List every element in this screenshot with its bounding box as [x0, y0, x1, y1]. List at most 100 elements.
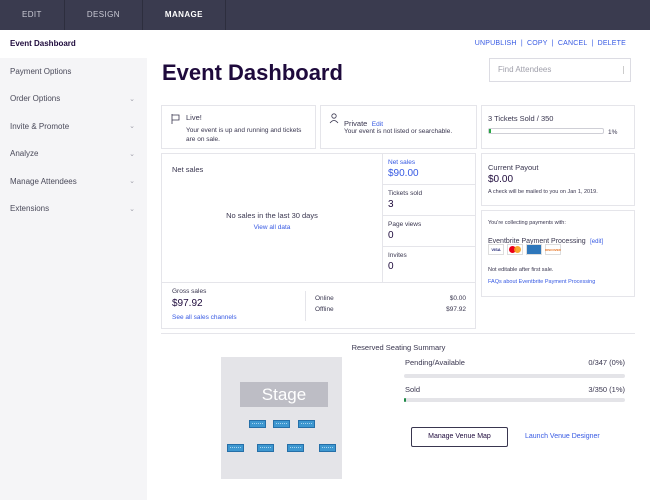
sidebar-item-label: Payment Options — [10, 66, 72, 76]
sidebar: Event Dashboard Payment Options Order Op… — [0, 30, 147, 500]
private-edit-link[interactable]: Edit — [372, 121, 383, 128]
online-value: $0.00 — [449, 295, 466, 302]
empty-state: No sales in the last 30 days View all da… — [162, 211, 382, 231]
stat-tickets-sold-value: 3 — [388, 199, 394, 210]
seat-block — [273, 420, 290, 428]
sold-value: 3/350 (1%) — [588, 385, 625, 394]
sold-progress-fill — [404, 398, 407, 402]
visa-icon: VISA — [488, 244, 504, 255]
top-nav: EDIT DESIGN MANAGE — [0, 0, 650, 30]
sidebar-item-label: Order Options — [10, 94, 61, 104]
stat-page-views[interactable]: Page views 0 — [383, 216, 476, 247]
page-title: Event Dashboard — [162, 60, 343, 85]
unpublish-link[interactable]: UNPUBLISH — [475, 40, 517, 47]
privacy-status-card: Private Edit Your event is not listed or… — [320, 105, 477, 149]
live-status-card: Live! Your event is up and running and t… — [161, 105, 316, 149]
net-sales-chart-title: Net sales — [172, 165, 204, 174]
stat-net-sales: Net sales $90.00 — [383, 154, 476, 185]
pending-label: Pending/Available — [405, 358, 465, 367]
stats-column: Net sales $90.00 Tickets sold 3 Page vie… — [382, 154, 476, 284]
discover-icon: DISCOVER — [545, 244, 561, 255]
seat-block — [298, 420, 315, 428]
net-sales-chart-card: Net sales No sales in the last 30 days V… — [161, 153, 476, 284]
stage-label: Stage — [240, 382, 328, 407]
stat-invites[interactable]: Invites 0 — [383, 247, 476, 278]
cancel-link[interactable]: CANCEL — [558, 40, 587, 47]
stat-tickets-sold[interactable]: Tickets sold 3 — [383, 185, 476, 216]
separator: | — [591, 40, 594, 47]
sidebar-item-extensions[interactable]: Extensions ⌄ — [0, 195, 147, 223]
pending-progress-bar — [404, 374, 625, 378]
stat-invites-value: 0 — [388, 261, 394, 272]
tickets-sold-label: 3 Tickets Sold / 350 — [488, 114, 554, 123]
separator: | — [520, 40, 523, 47]
chevron-down-icon: ⌄ — [129, 150, 135, 158]
tickets-percent: 1% — [608, 129, 618, 136]
mastercard-icon — [507, 244, 523, 255]
private-description: Your event is not listed or searchable. — [344, 128, 453, 135]
not-editable-text: Not editable after first sale. — [488, 267, 554, 273]
seat-block — [257, 444, 274, 452]
live-title: Live! — [186, 113, 202, 122]
user-lock-icon — [329, 113, 339, 124]
offline-value: $97.92 — [446, 306, 466, 313]
collecting-text: You're collecting payments with: — [488, 220, 566, 226]
private-title: Private — [344, 119, 368, 128]
offline-label: Offline — [315, 306, 334, 313]
sidebar-item-manage-attendees[interactable]: Manage Attendees ⌄ — [0, 168, 147, 196]
manage-venue-map-button[interactable]: Manage Venue Map — [411, 427, 508, 447]
search-icon — [616, 66, 624, 74]
sidebar-item-label: Extensions — [10, 204, 50, 214]
view-all-data-link[interactable]: View all data — [162, 224, 382, 231]
tickets-progress-bar — [488, 128, 604, 134]
seat-block — [287, 444, 304, 452]
sidebar-item-analyze[interactable]: Analyze ⌄ — [0, 140, 147, 168]
sidebar-item-order-options[interactable]: Order Options ⌄ — [0, 85, 147, 113]
seat-block — [227, 444, 244, 452]
see-all-sales-channels-link[interactable]: See all sales channels — [172, 314, 237, 321]
launch-venue-designer-link[interactable]: Launch Venue Designer — [525, 427, 600, 447]
current-payout-card: Current Payout $0.00 A check will be mai… — [481, 153, 635, 206]
copy-link[interactable]: COPY — [527, 40, 548, 47]
stat-net-sales-value: $90.00 — [388, 168, 419, 179]
gross-sales-label: Gross sales — [172, 288, 207, 295]
stat-invites-label: Invites — [388, 252, 407, 259]
payout-amount: $0.00 — [488, 174, 514, 185]
find-attendees-input[interactable]: Find Attendees — [489, 58, 631, 82]
tab-manage[interactable]: MANAGE — [143, 0, 226, 30]
separator: | — [551, 40, 554, 47]
card-logos: VISA DISCOVER — [488, 244, 561, 255]
sidebar-item-label: Event Dashboard — [10, 39, 76, 49]
chevron-down-icon: ⌄ — [129, 95, 135, 103]
stat-net-sales-label: Net sales — [388, 159, 416, 166]
gross-sales-card: Gross sales $97.92 See all sales channel… — [161, 283, 476, 329]
event-actions: UNPUBLISH | COPY | CANCEL | DELETE — [475, 40, 626, 47]
sidebar-item-invite-promote[interactable]: Invite & Promote ⌄ — [0, 113, 147, 141]
main-content: UNPUBLISH | COPY | CANCEL | DELETE Event… — [147, 30, 650, 500]
seat-block — [249, 420, 266, 428]
tab-edit[interactable]: EDIT — [0, 0, 65, 30]
empty-state-text: No sales in the last 30 days — [226, 211, 318, 220]
payment-faq-link[interactable]: FAQs about Eventbrite Payment Processing — [488, 279, 595, 285]
venue-map[interactable]: Stage — [221, 357, 342, 479]
payout-title: Current Payout — [488, 163, 539, 172]
sidebar-item-label: Invite & Promote — [10, 121, 70, 131]
seat-block — [319, 444, 336, 452]
stat-page-views-value: 0 — [388, 230, 394, 241]
online-label: Online — [315, 295, 334, 302]
tab-design[interactable]: DESIGN — [65, 0, 143, 30]
sidebar-item-event-dashboard[interactable]: Event Dashboard — [0, 30, 147, 58]
pending-value: 0/347 (0%) — [588, 358, 625, 367]
sidebar-item-label: Manage Attendees — [10, 176, 77, 186]
processor-edit-link[interactable]: [edit] — [590, 239, 603, 245]
sidebar-item-label: Analyze — [10, 149, 39, 159]
sold-label: Sold — [405, 385, 421, 394]
chevron-down-icon: ⌄ — [129, 178, 135, 186]
sidebar-item-payment-options[interactable]: Payment Options — [0, 58, 147, 86]
delete-link[interactable]: DELETE — [598, 40, 626, 47]
stat-page-views-label: Page views — [388, 221, 422, 228]
divider — [305, 291, 306, 321]
live-description: Your event is up and running and tickets… — [186, 127, 302, 143]
sold-progress-bar — [404, 398, 625, 402]
chevron-down-icon: ⌄ — [129, 205, 135, 213]
